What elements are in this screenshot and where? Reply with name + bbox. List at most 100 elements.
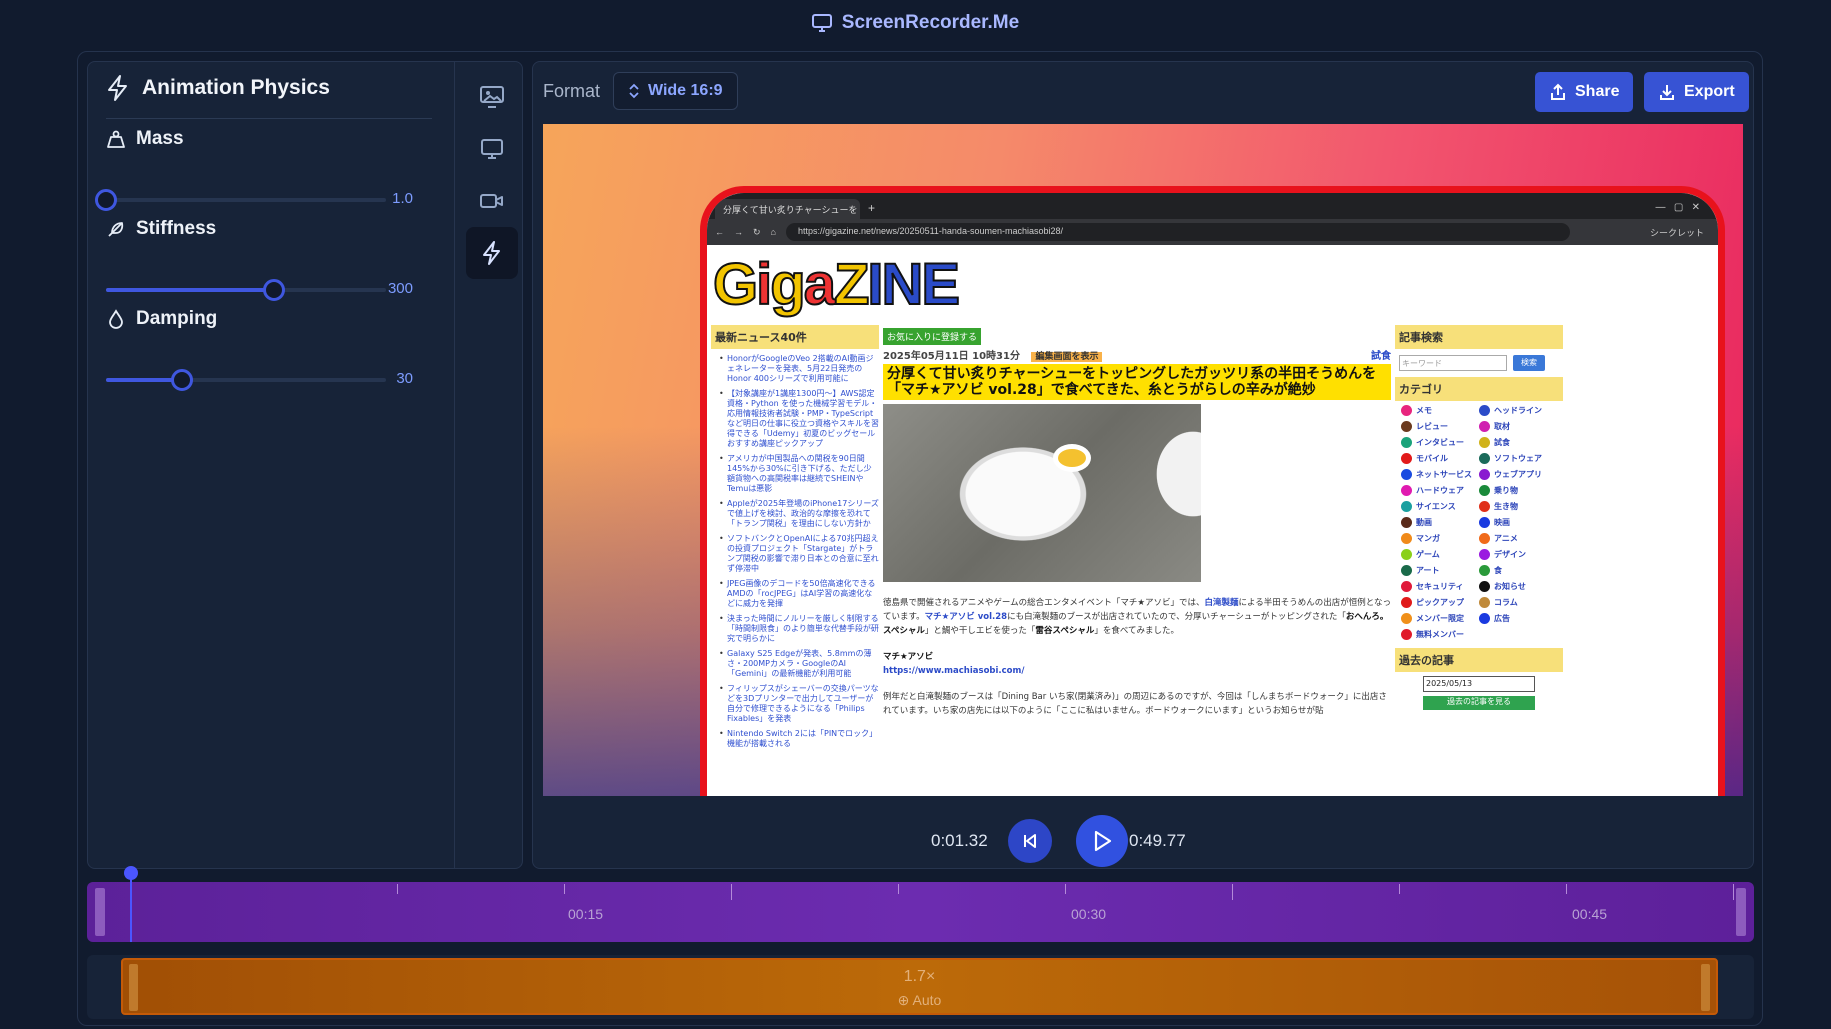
stiffness-control: Stiffness 300 [106,218,431,301]
category-item[interactable]: 食 [1479,565,1557,576]
animation-settings-button[interactable] [466,227,518,279]
category-item[interactable]: マンガ [1401,533,1479,544]
news-link[interactable]: Appleが2025年登場のiPhone17シリーズで値上げを検討、政治的な摩擦… [719,499,879,529]
site-logo[interactable]: GigaZINE [712,251,961,318]
speed-segment[interactable]: 1.7× ⊕ Auto [121,958,1718,1015]
clip-start-handle[interactable] [95,888,105,936]
mass-slider[interactable] [95,189,386,211]
export-button[interactable]: Export [1644,72,1749,112]
category-dot-icon [1401,485,1412,496]
category-item[interactable]: 広告 [1479,613,1557,624]
category-item[interactable]: 生き物 [1479,501,1557,512]
category-item[interactable]: コラム [1479,597,1557,608]
site-search-input[interactable]: キーワード [1399,355,1507,371]
category-item[interactable]: ヘッドライン [1479,405,1557,416]
article-link[interactable]: 白滝製麺 [1204,598,1238,608]
timeline-label: 00:30 [1071,906,1107,922]
browser-tab[interactable]: 分厚くて甘い炙りチャーシューをトッピ [715,199,860,219]
preview-canvas[interactable]: 分厚くて甘い炙りチャーシューをトッピ + — ▢ ✕ ← → ↻ ⌂ https… [543,124,1743,796]
incognito-badge: シークレット [1649,227,1704,238]
edit-link[interactable]: 編集画面を表示 [1031,352,1103,362]
reload-icon[interactable]: ↻ [753,227,761,238]
screen-settings-button[interactable] [466,123,518,175]
category-item[interactable]: サイエンス [1401,501,1479,512]
category-item[interactable]: インタビュー [1401,437,1479,448]
playback-controls: 0:01.32 0:49.77 [533,815,1755,867]
category-dot-icon [1401,613,1412,624]
news-link[interactable]: ソフトバンクとOpenAIによる70兆円超えの投資プロジェクト「Stargate… [719,534,879,574]
category-item[interactable]: 取材 [1479,421,1557,432]
browser-toolbar: ← → ↻ ⌂ https://gigazine.net/news/202505… [707,219,1718,245]
category-item[interactable]: 動画 [1401,517,1479,528]
slider-knob[interactable] [95,189,117,211]
news-link[interactable]: JPEG画像のデコードを50倍高速化できるAMDの「rocJPEG」はAI学習の… [719,579,879,609]
category-item[interactable]: 無料メンバー [1401,629,1479,640]
timeline-tick [564,884,565,894]
site-search-button[interactable]: 検索 [1513,355,1545,371]
category-item[interactable]: お知らせ [1479,581,1557,592]
address-bar[interactable]: https://gigazine.net/news/20250511-handa… [785,223,1570,241]
category-item[interactable]: 映画 [1479,517,1557,528]
article-tag[interactable]: 試食 [1371,347,1391,362]
clip-track[interactable]: 00:15 00:30 00:45 [87,882,1754,942]
news-link[interactable]: アメリカが中国製品への関税を90日間145%から30%に引き下げる、ただし少額貨… [719,454,879,494]
damping-slider[interactable] [106,369,386,391]
category-item[interactable]: ネットサービス [1401,469,1479,480]
play-button[interactable] [1076,815,1128,867]
category-item[interactable]: ウェブアプリ [1479,469,1557,480]
stiffness-slider[interactable] [106,279,386,301]
category-item[interactable]: ハードウェア [1401,485,1479,496]
format-select[interactable]: Wide 16:9 [613,72,738,110]
category-item[interactable]: アニメ [1479,533,1557,544]
current-time: 0:01.32 [931,831,988,850]
skip-back-button[interactable] [1008,819,1052,863]
category-item[interactable]: レビュー [1401,421,1479,432]
news-link[interactable]: HonorがGoogleのVeo 2搭載のAI動画ジェネレーターを発表、5月22… [719,354,879,384]
window-controls-icon[interactable]: — ▢ ✕ [1656,202,1701,213]
category-item[interactable]: ピックアップ [1401,597,1479,608]
article-link[interactable]: マチ★アソビ vol.28 [925,612,1007,622]
download-icon [1660,85,1674,100]
new-tab-icon[interactable]: + [868,201,875,215]
news-link[interactable]: 決まった時間にノルリーを厳しく制限する「時間制限食」のより簡単な代替手段が研究で… [719,614,879,644]
news-link[interactable]: フィリップスがシェーバーの交換パーツなどを3Dプリンターで出力してユーザーが自分… [719,684,879,724]
news-link[interactable]: Galaxy S25 Edgeが発表、5.8mmの薄さ・200MPカメラ・Goo… [719,649,879,679]
category-list: メモ ヘッドライン レビュー 取材 インタビュー 試食 モバイル ソフトウェア ネットサービスウ… [1395,401,1563,644]
article-headline: 分厚くて甘い炙りチャーシューをトッピングしたガッツリ系の半田そうめんを「マチ★ア… [883,364,1391,400]
back-icon[interactable]: ← [715,227,724,237]
category-item[interactable]: ゲーム [1401,549,1479,560]
category-item[interactable]: 試食 [1479,437,1557,448]
favorite-button[interactable]: お気に入りに登録する [883,328,982,345]
category-item[interactable]: メモ [1401,405,1479,416]
timeline-tick [1232,884,1233,900]
news-link[interactable]: Nintendo Switch 2には「PINでロック」機能が搭載される [719,729,879,749]
category-item[interactable]: アート [1401,565,1479,576]
damping-label: Damping [136,308,218,329]
category-item[interactable]: セキュリティ [1401,581,1479,592]
news-link[interactable]: 【対象講座が1講座1300円〜】AWS認定資格・Python を使った機械学習モ… [719,389,879,449]
playhead[interactable] [124,866,138,880]
forward-icon[interactable]: → [734,227,743,237]
category-dot-icon [1479,517,1490,528]
camera-settings-button[interactable] [466,175,518,227]
category-item[interactable]: モバイル [1401,453,1479,464]
category-item[interactable]: デザイン [1479,549,1557,560]
category-item[interactable]: 乗り物 [1479,485,1557,496]
home-icon[interactable]: ⌂ [771,227,776,237]
format-value: Wide 16:9 [648,82,723,99]
category-item[interactable]: メンバー限定 [1401,613,1479,624]
background-settings-button[interactable] [466,71,518,123]
monitor-icon [481,139,503,159]
timeline-tick [1399,884,1400,894]
slider-knob[interactable] [263,279,285,301]
archive-date-input[interactable]: 2025/05/13 [1423,676,1535,692]
icon-rail [454,61,523,869]
category-item[interactable]: ソフトウェア [1479,453,1557,464]
archive-button[interactable]: 過去の記事を見る [1423,696,1535,710]
site-url-link[interactable]: https://www.machiasobi.com/ [883,666,1024,676]
slider-knob[interactable] [170,369,193,391]
article-date: 2025年05月11日 10時31分 [883,351,1020,362]
sidebar-column: 記事検索 キーワード 検索 カテゴリ メモ ヘッドライン レビュー 取材 インタビュー試… [1395,325,1563,796]
clip-end-handle[interactable] [1736,888,1746,936]
share-button[interactable]: Share [1535,72,1634,112]
